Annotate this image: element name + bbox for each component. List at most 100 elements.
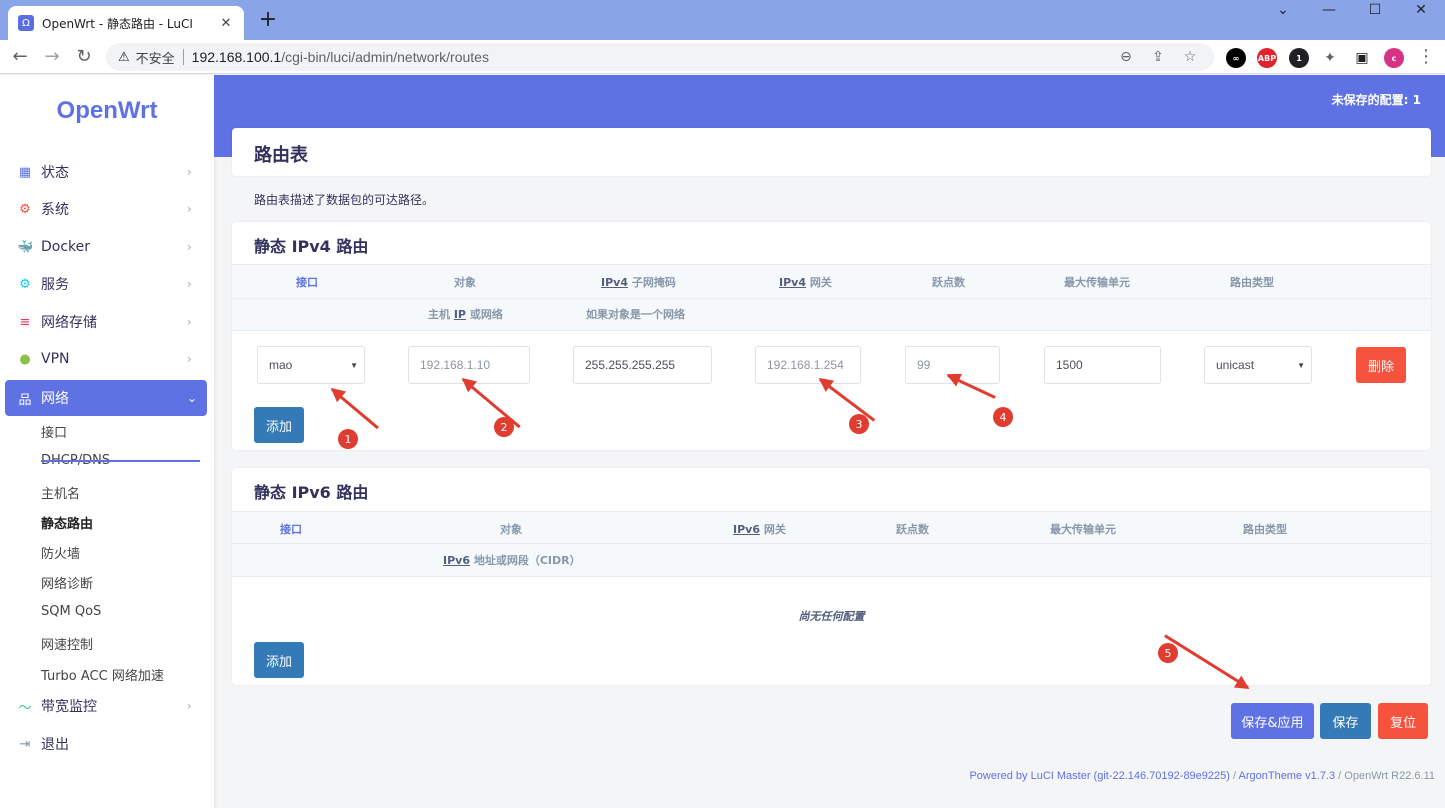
sidebar-item-label: 网络存储	[41, 315, 97, 331]
interface-select[interactable]: mao ▼	[257, 346, 365, 384]
tab-search-icon[interactable]: ⌄	[1260, 0, 1306, 20]
sidebar-item-system[interactable]: ⚙ 系统 ›	[5, 191, 207, 227]
ipv4-table-header: 接口 对象 IPv4 子网掩码 IPv4 网关 跃点数 最大传输单元 路由类型 …	[232, 264, 1431, 330]
sidebar-item-label: 系统	[41, 202, 69, 218]
page-title-card: 路由表	[232, 128, 1431, 176]
col-netmask: IPv4 子网掩码	[601, 274, 676, 290]
sidebar-item-docker[interactable]: 🐳 Docker ›	[5, 229, 207, 265]
sidebar-item-bandwidth[interactable]: 〜带宽监控 ›	[5, 688, 207, 724]
chevron-right-icon: ›	[187, 202, 192, 216]
infinity-ext-icon[interactable]: ∞	[1226, 48, 1246, 68]
browser-menu-icon[interactable]: ⋮	[1414, 45, 1438, 69]
sidebar-item-services[interactable]: ⚙ 服务 ›	[5, 266, 207, 302]
submenu-item-firewall[interactable]: 防火墙	[41, 543, 80, 562]
annotation-badge-5: 5	[1158, 643, 1178, 663]
close-window-button[interactable]: ✕	[1398, 0, 1444, 20]
back-icon[interactable]: ←	[8, 45, 32, 69]
sidebar-item-vpn[interactable]: ● VPN ›	[5, 341, 207, 377]
gateway-input[interactable]: 192.168.1.254	[755, 346, 861, 384]
sidebar-item-network[interactable]: 品网络 ⌄	[5, 380, 207, 416]
empty-message: 尚无任何配置	[798, 610, 865, 623]
col-interface: 接口	[280, 523, 302, 536]
sidebar-item-status[interactable]: ▦ 状态 ›	[5, 154, 207, 190]
minimize-button[interactable]: —	[1306, 0, 1352, 20]
zoom-icon[interactable]: ⊖	[1114, 49, 1138, 65]
insecure-label[interactable]: 不安全	[136, 48, 175, 67]
row-divider	[232, 330, 1431, 331]
col-metric: 跃点数	[932, 276, 965, 289]
sidebar-item-logout[interactable]: ⇥ 退出	[5, 726, 207, 762]
forward-icon[interactable]: →	[40, 45, 64, 69]
browser-tab[interactable]: Ω OpenWrt - 静态路由 - LuCI ✕	[8, 6, 244, 40]
tab-title: OpenWrt - 静态路由 - LuCI	[42, 16, 193, 31]
ipv4-section-title: 静态 IPv4 路由	[254, 237, 369, 256]
submenu-item-hostnames[interactable]: 主机名	[41, 483, 80, 502]
submenu-item-static-routes[interactable]: 静态路由	[41, 513, 93, 532]
url-text[interactable]: 192.168.100.1/cgi-bin/luci/admin/network…	[192, 49, 1106, 65]
annotation-badge-1: 1	[338, 429, 358, 449]
unsaved-changes-link[interactable]: 未保存的配置: 1	[1332, 91, 1421, 108]
share-icon[interactable]: ⇪	[1146, 49, 1170, 65]
submenu-item-sqm-qos[interactable]: SQM QoS	[41, 604, 101, 619]
col-type: 路由类型	[1230, 276, 1274, 289]
save-button[interactable]: 保存	[1320, 703, 1371, 739]
reload-icon[interactable]: ↻	[72, 45, 96, 69]
chevron-right-icon: ›	[187, 315, 192, 329]
row-divider	[232, 576, 1431, 577]
browser-tabbar: Ω OpenWrt - 静态路由 - LuCI ✕ + ⌄ — ☐ ✕	[0, 0, 1445, 40]
ext-badge-icon[interactable]: 1	[1289, 48, 1309, 68]
ipv6-add-button[interactable]: 添加	[254, 642, 304, 678]
submenu-item-diagnostics[interactable]: 网络诊断	[41, 573, 93, 592]
footer-theme-link[interactable]: ArgonTheme v1.7.3	[1239, 770, 1336, 782]
network-icon: 品	[18, 392, 32, 408]
openwrt-favicon-icon: Ω	[18, 15, 34, 31]
target-hint-post: 地址或网段（CIDR）	[469, 554, 581, 567]
warning-icon[interactable]: ⚠	[118, 50, 130, 65]
bookmark-star-icon[interactable]: ☆	[1178, 49, 1202, 65]
submenu-item-speed-control[interactable]: 网速控制	[41, 634, 93, 653]
sidepanel-icon[interactable]: ▣	[1352, 48, 1372, 68]
chevron-down-icon: ⌄	[187, 391, 198, 405]
delete-button[interactable]: 删除	[1356, 347, 1406, 383]
annotation-badge-2: 2	[494, 417, 514, 437]
annotation-badge-4: 4	[993, 407, 1013, 427]
tab-close-icon[interactable]: ✕	[218, 16, 234, 31]
col-metric: 跃点数	[896, 523, 929, 536]
ip-abbr: IP	[453, 308, 466, 321]
logout-icon: ⇥	[19, 736, 31, 752]
save-apply-button[interactable]: 保存&应用	[1231, 703, 1314, 739]
netmask-input[interactable]: 255.255.255.255	[573, 346, 712, 384]
url-host: 192.168.100.1	[191, 49, 282, 65]
route-type-select[interactable]: unicast ▼	[1204, 346, 1312, 384]
sidebar-item-label: VPN	[41, 351, 70, 367]
sidebar-item-label: 退出	[41, 737, 69, 753]
col-gateway: IPv4 网关	[779, 274, 832, 290]
footer-luci-link[interactable]: Powered by LuCI Master (git-22.146.70192…	[969, 770, 1230, 782]
col-gateway-label: 网关	[759, 523, 786, 536]
maximize-button[interactable]: ☐	[1352, 0, 1398, 20]
url-omnibox[interactable]: ⚠ 不安全 192.168.100.1/cgi-bin/luci/admin/n…	[106, 43, 1214, 71]
chevron-right-icon: ›	[187, 165, 192, 179]
ipv4-add-button[interactable]: 添加	[254, 407, 304, 443]
col-interface: 接口	[296, 276, 318, 289]
vpn-icon: ●	[19, 351, 31, 367]
docker-icon: 🐳	[17, 239, 34, 255]
services-icon: ⚙	[19, 276, 31, 292]
col-netmask-label: 子网掩码	[627, 276, 676, 289]
chevron-right-icon: ›	[187, 240, 192, 254]
col-gateway-label: 网关	[805, 276, 832, 289]
sidebar-item-nas[interactable]: ≡ 网络存储 ›	[5, 304, 207, 340]
submenu-item-turbo-acc[interactable]: Turbo ACC 网络加速	[41, 665, 164, 684]
omnibox-divider	[182, 49, 184, 65]
new-tab-button[interactable]: +	[256, 8, 280, 32]
storage-icon: ≡	[19, 314, 31, 330]
gear-icon: ⚙	[19, 201, 31, 217]
abp-icon[interactable]: ABP	[1257, 48, 1277, 68]
profile-avatar-icon[interactable]: c	[1384, 48, 1404, 68]
puzzle-icon[interactable]: ✦	[1320, 48, 1340, 68]
submenu-item-interfaces[interactable]: 接口	[41, 422, 67, 441]
openwrt-logo[interactable]: OpenWrt	[0, 97, 214, 125]
mtu-input[interactable]: 1500	[1044, 346, 1161, 384]
reset-button[interactable]: 复位	[1378, 703, 1428, 739]
target-hint: IPv6 地址或网段（CIDR）	[443, 552, 581, 568]
